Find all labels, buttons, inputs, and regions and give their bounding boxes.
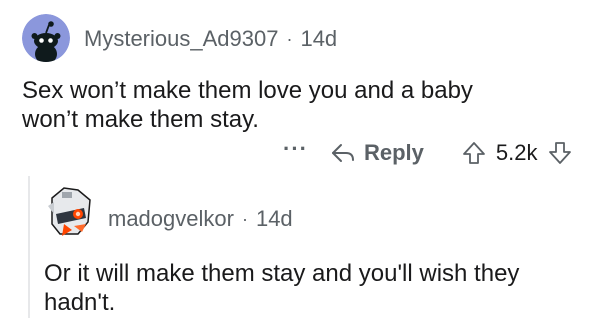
reddit-snoo-icon[interactable]	[22, 14, 70, 62]
vote-score: 5.2k	[495, 140, 538, 165]
reply-button[interactable]: Reply	[330, 140, 424, 166]
comment-actions: ··· Reply 5.2k	[283, 135, 572, 171]
comment-age: 14d	[255, 206, 293, 231]
meta-separator: ·	[241, 208, 248, 229]
reply-arrow-icon	[331, 144, 354, 162]
comment-text: Or it will make them stay and you'll wis…	[44, 260, 520, 316]
vote-controls: 5.2k	[462, 140, 572, 166]
upvote-icon[interactable]	[462, 141, 486, 165]
thread-line[interactable]	[28, 176, 30, 318]
author-name[interactable]: Mysterious_Ad9307	[84, 26, 278, 52]
author-name[interactable]: madogvelkor	[108, 206, 234, 232]
downvote-icon[interactable]	[548, 141, 572, 165]
more-options-button[interactable]: ···	[283, 136, 308, 162]
comment-text: Sex won’t make them love you and a baby …	[22, 77, 473, 133]
robot-avatar-icon[interactable]	[44, 184, 96, 242]
meta-separator: ·	[286, 28, 293, 49]
comment-age: 14d	[300, 26, 338, 51]
reply-label: Reply	[363, 140, 424, 165]
comment-meta: Mysterious_Ad9307 · 14d	[84, 26, 337, 52]
comment-meta: madogvelkor · 14d	[108, 206, 293, 232]
